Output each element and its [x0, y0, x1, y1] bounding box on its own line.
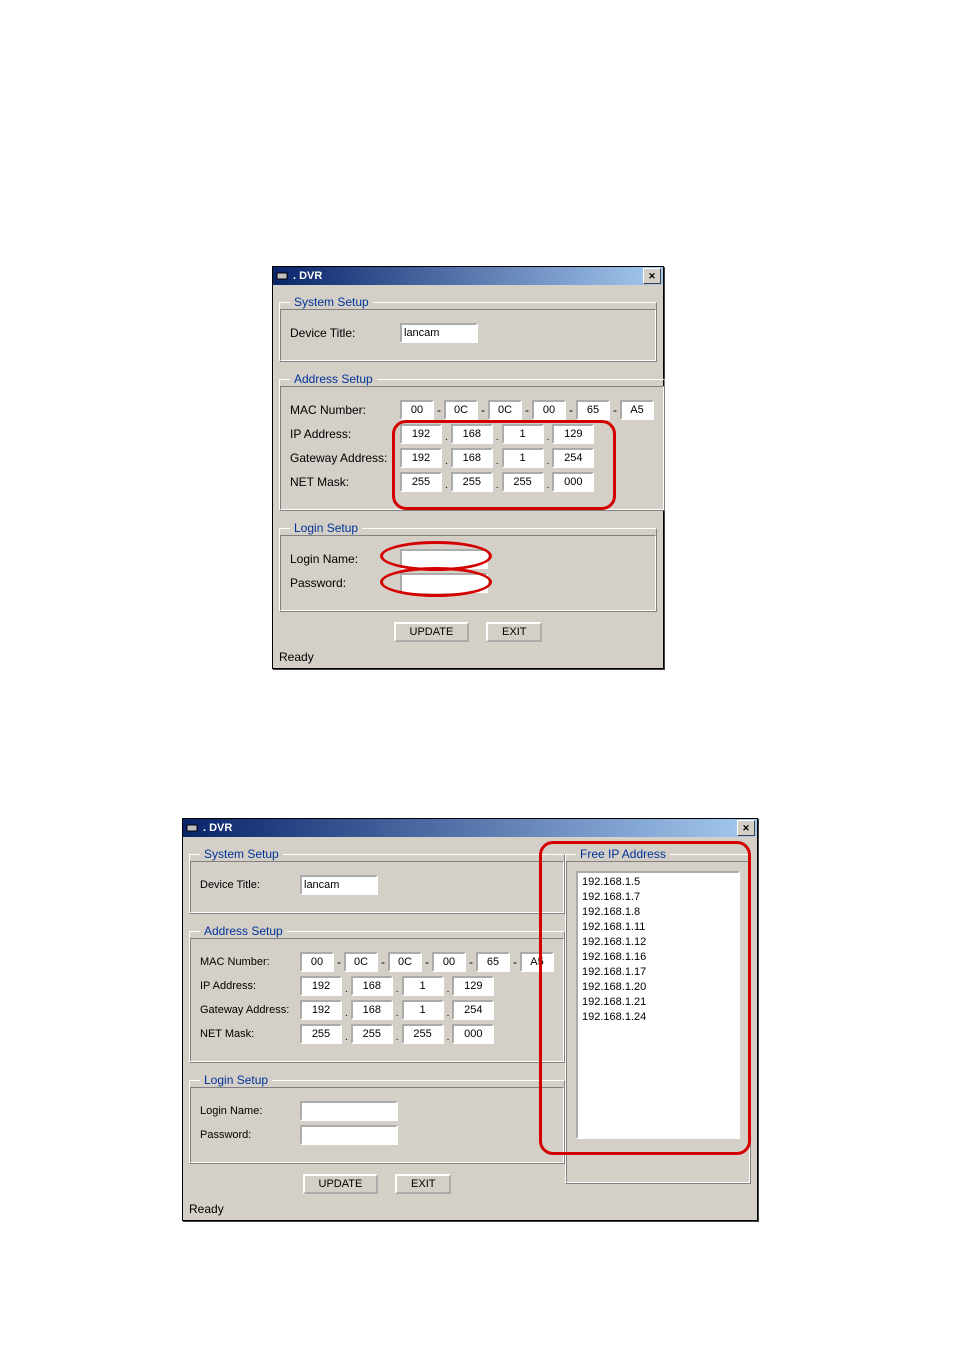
device-title-input[interactable]: [400, 323, 478, 343]
mask-seg-3[interactable]: [452, 1024, 494, 1044]
gw-seg-1[interactable]: [451, 448, 493, 468]
ip-seg-2[interactable]: [402, 976, 444, 996]
app-icon: [185, 821, 199, 835]
login-setup-group: Login Setup Login Name: Password:: [189, 1073, 565, 1164]
close-icon[interactable]: ✕: [737, 820, 755, 836]
address-setup-legend: Address Setup: [290, 372, 377, 386]
titlebar: . DVR ✕: [273, 267, 663, 285]
ip-seg-2[interactable]: [502, 424, 544, 444]
free-ip-item[interactable]: 192.168.1.11: [582, 920, 734, 935]
ip-seg-0[interactable]: [400, 424, 442, 444]
update-button[interactable]: UPDATE: [303, 1174, 379, 1194]
mac-seg-1[interactable]: [344, 952, 378, 972]
mac-label: MAC Number:: [290, 403, 400, 417]
free-ip-item[interactable]: 192.168.1.12: [582, 935, 734, 950]
free-ip-item[interactable]: 192.168.1.17: [582, 965, 734, 980]
free-ip-item[interactable]: 192.168.1.5: [582, 875, 734, 890]
free-ip-legend: Free IP Address: [576, 847, 670, 861]
mask-seg-0[interactable]: [300, 1024, 342, 1044]
status-bar: Ready: [183, 1200, 757, 1220]
mac-seg-4[interactable]: [576, 400, 610, 420]
address-setup-group: Address Setup MAC Number: - - - - - IP A…: [189, 924, 565, 1063]
mac-seg-0[interactable]: [400, 400, 434, 420]
ip-label: IP Address:: [290, 427, 400, 441]
window-title: . DVR: [293, 270, 643, 282]
device-title-label: Device Title:: [200, 879, 300, 891]
address-setup-legend: Address Setup: [200, 924, 287, 938]
update-button[interactable]: UPDATE: [394, 622, 470, 642]
dvr-window-1: . DVR ✕ System Setup Device Title: Addre…: [272, 266, 664, 669]
device-title-input[interactable]: [300, 875, 378, 895]
password-input[interactable]: [300, 1125, 398, 1145]
ip-seg-1[interactable]: [351, 976, 393, 996]
system-setup-legend: System Setup: [290, 295, 373, 309]
gw-seg-3[interactable]: [452, 1000, 494, 1020]
mac-seg-3[interactable]: [532, 400, 566, 420]
device-title-label: Device Title:: [290, 326, 400, 340]
ip-seg-3[interactable]: [452, 976, 494, 996]
gw-seg-1[interactable]: [351, 1000, 393, 1020]
login-name-label: Login Name:: [290, 552, 400, 566]
button-row: UPDATE EXIT: [189, 1174, 565, 1194]
mask-seg-2[interactable]: [502, 472, 544, 492]
mac-seg-4[interactable]: [476, 952, 510, 972]
mask-seg-2[interactable]: [402, 1024, 444, 1044]
mask-label: NET Mask:: [290, 475, 400, 489]
system-setup-group: System Setup Device Title:: [189, 847, 565, 914]
status-bar: Ready: [273, 648, 663, 668]
login-setup-group: Login Setup Login Name: Password:: [279, 521, 657, 612]
app-icon: [275, 269, 289, 283]
password-label: Password:: [200, 1129, 300, 1141]
login-name-input[interactable]: [400, 549, 488, 569]
free-ip-item[interactable]: 192.168.1.20: [582, 980, 734, 995]
system-setup-group: System Setup Device Title:: [279, 295, 657, 362]
button-row: UPDATE EXIT: [279, 622, 657, 642]
exit-button[interactable]: EXIT: [486, 622, 542, 642]
titlebar: . DVR ✕: [183, 819, 757, 837]
free-ip-listbox[interactable]: 192.168.1.5192.168.1.7192.168.1.8192.168…: [576, 871, 740, 1139]
mac-seg-2[interactable]: [488, 400, 522, 420]
gw-seg-3[interactable]: [552, 448, 594, 468]
gateway-label: Gateway Address:: [200, 1004, 300, 1016]
mac-seg-5[interactable]: [620, 400, 654, 420]
window-title: . DVR: [203, 822, 737, 834]
free-ip-item[interactable]: 192.168.1.7: [582, 890, 734, 905]
login-setup-legend: Login Setup: [200, 1073, 272, 1087]
gw-seg-2[interactable]: [502, 448, 544, 468]
ip-seg-0[interactable]: [300, 976, 342, 996]
gw-seg-2[interactable]: [402, 1000, 444, 1020]
mask-seg-3[interactable]: [552, 472, 594, 492]
gw-seg-0[interactable]: [400, 448, 442, 468]
gateway-label: Gateway Address:: [290, 451, 400, 465]
free-ip-item[interactable]: 192.168.1.8: [582, 905, 734, 920]
mac-label: MAC Number:: [200, 956, 300, 968]
free-ip-group: Free IP Address 192.168.1.5192.168.1.719…: [565, 847, 751, 1184]
ip-label: IP Address:: [200, 980, 300, 992]
free-ip-item[interactable]: 192.168.1.16: [582, 950, 734, 965]
close-icon[interactable]: ✕: [643, 268, 661, 284]
mask-seg-1[interactable]: [451, 472, 493, 492]
mask-label: NET Mask:: [200, 1028, 300, 1040]
mac-seg-1[interactable]: [444, 400, 478, 420]
mac-seg-5[interactable]: [520, 952, 554, 972]
mask-seg-0[interactable]: [400, 472, 442, 492]
free-ip-item[interactable]: 192.168.1.24: [582, 1010, 734, 1025]
login-name-input[interactable]: [300, 1101, 398, 1121]
password-label: Password:: [290, 576, 400, 590]
exit-button[interactable]: EXIT: [395, 1174, 451, 1194]
mask-seg-1[interactable]: [351, 1024, 393, 1044]
mac-seg-2[interactable]: [388, 952, 422, 972]
password-input[interactable]: [400, 573, 488, 593]
system-setup-legend: System Setup: [200, 847, 283, 861]
mac-seg-0[interactable]: [300, 952, 334, 972]
login-setup-legend: Login Setup: [290, 521, 362, 535]
gw-seg-0[interactable]: [300, 1000, 342, 1020]
ip-seg-3[interactable]: [552, 424, 594, 444]
mac-seg-3[interactable]: [432, 952, 466, 972]
dvr-window-2: . DVR ✕ System Setup Device Title: Addre…: [182, 818, 758, 1221]
address-setup-group: Address Setup MAC Number: - - - - - IP A…: [279, 372, 665, 511]
login-name-label: Login Name:: [200, 1105, 300, 1117]
free-ip-item[interactable]: 192.168.1.21: [582, 995, 734, 1010]
ip-seg-1[interactable]: [451, 424, 493, 444]
